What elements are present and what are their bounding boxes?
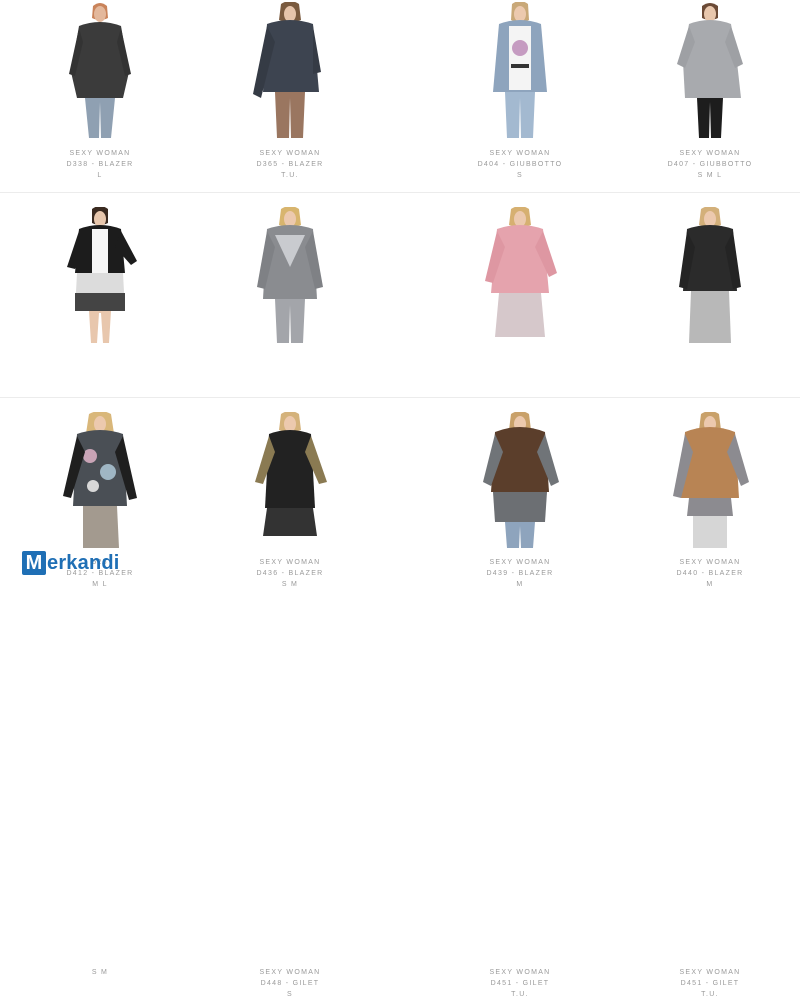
product-code: D451 - GILET [680,980,740,987]
product-photo[interactable] [655,207,765,345]
product-brand: SEXY WOMAN [259,969,321,976]
merkandi-watermark: M erkandi [22,550,120,576]
product-photo[interactable] [465,412,575,550]
product-code: D407 - GIUBBOTTO [667,161,753,168]
product-sizes: S [517,172,523,179]
product-caption: SEXY WOMAN D365 - BLAZER T.U. [190,148,390,181]
product-card[interactable]: SEXY WOMAN D338 - BLAZER L [0,0,200,200]
product-card[interactable]: SEXY WOMAN D436 - BLAZER S M [190,205,390,588]
product-caption: SEXY WOMAN D448 - GILET S [190,967,390,1000]
product-sizes: S M [91,969,109,976]
row-divider [0,397,800,398]
product-caption: SEXY WOMAN D407 - GIUBBOTTO S M L [610,148,800,181]
product-caption: SEXY WOMAN D404 - GIUBBOTTO S [420,148,620,181]
product-sizes: T.U. [511,991,529,998]
product-brand: SEXY WOMAN [69,150,131,157]
product-sizes: L [97,172,103,179]
product-brand: SEXY WOMAN [489,150,551,157]
product-photo[interactable] [235,207,345,345]
product-card[interactable]: SEXY WOMAN D439 - BLAZER M [420,205,620,588]
product-sizes: S M L [697,172,723,179]
product-photo[interactable] [465,2,575,140]
product-sizes: S [287,991,293,998]
row-divider [0,192,800,193]
product-photo[interactable] [655,412,765,550]
product-photo[interactable] [655,2,765,140]
product-card[interactable]: SEXY WOMAN D448 - GILET S [190,410,390,998]
product-card[interactable]: SEXY WOMAN D407 - GIUBBOTTO S M L [610,0,800,200]
product-card[interactable]: S M [0,410,200,976]
product-card[interactable]: SEXY WOMAN D451 - GILET T.U. [420,410,620,998]
product-code: D451 - GILET [490,980,550,987]
product-brand: SEXY WOMAN [679,969,741,976]
merkandi-logo-mark: M [22,551,46,575]
product-code: D338 - BLAZER [66,161,134,168]
product-photo[interactable] [45,412,155,550]
product-card[interactable]: SEXY WOMAN D451 - GILET T.U. [610,410,800,998]
product-card[interactable]: 525 D412 - BLAZER M L [0,205,200,588]
product-caption: S M [0,967,200,978]
product-code: D365 - BLAZER [256,161,324,168]
product-caption: SEXY WOMAN D338 - BLAZER L [0,148,200,181]
product-caption: SEXY WOMAN D451 - GILET T.U. [420,967,620,1000]
product-photo[interactable] [235,412,345,550]
product-brand: SEXY WOMAN [489,969,551,976]
product-card[interactable]: SEXY WOMAN D440 - BLAZER M [610,205,800,588]
product-photo[interactable] [465,207,575,345]
product-grid: SEXY WOMAN D338 - BLAZER L SEXY WOMAN D3… [0,0,800,998]
product-code: D404 - GIUBBOTTO [477,161,563,168]
product-sizes: T.U. [281,172,299,179]
product-photo[interactable] [45,2,155,140]
product-sizes: T.U. [701,991,719,998]
product-brand: SEXY WOMAN [259,150,321,157]
product-photo[interactable] [45,207,155,345]
product-card[interactable]: SEXY WOMAN D404 - GIUBBOTTO S [420,0,620,200]
merkandi-logo-text: erkandi [47,551,120,574]
product-brand: SEXY WOMAN [679,150,741,157]
product-card[interactable]: SEXY WOMAN D365 - BLAZER T.U. [190,0,390,200]
product-code: D448 - GILET [260,980,320,987]
product-photo[interactable] [235,2,345,140]
product-caption: SEXY WOMAN D451 - GILET T.U. [610,967,800,1000]
